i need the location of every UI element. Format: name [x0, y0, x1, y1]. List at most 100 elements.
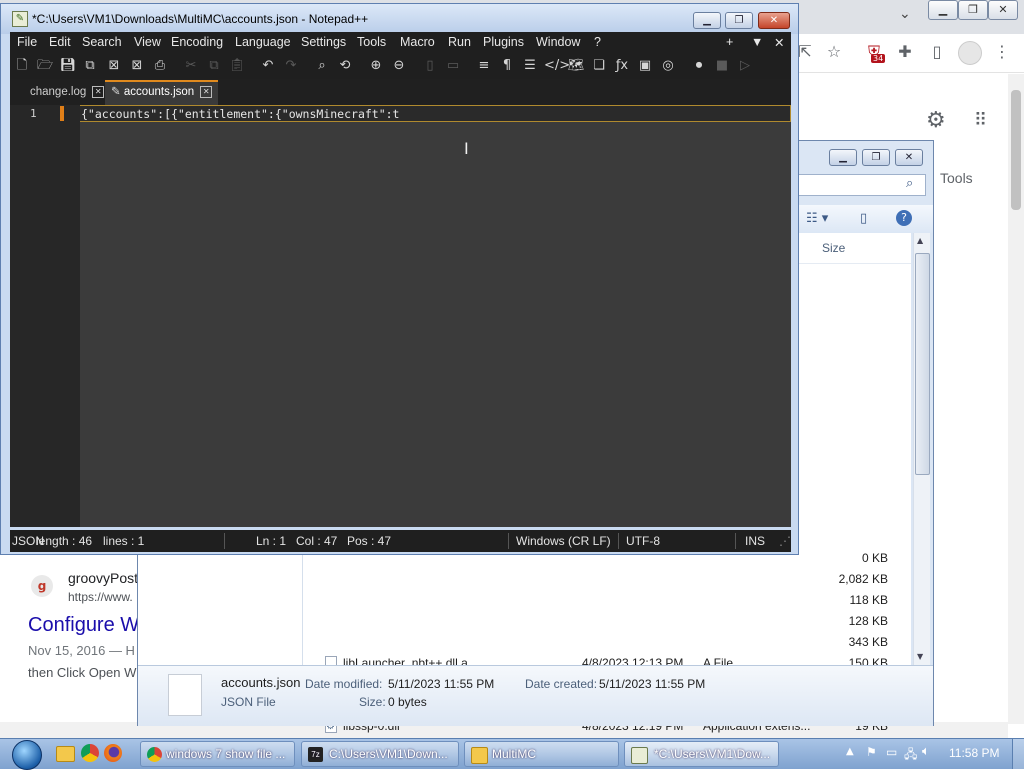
sync-horizontal-icon[interactable]: ▭: [444, 57, 462, 75]
paste-icon[interactable]: 📋︎: [228, 57, 246, 75]
tray-clock[interactable]: 11:58 PM: [949, 746, 999, 760]
table-row[interactable]: 128 KB: [303, 611, 893, 632]
close-file-icon[interactable]: ⊠: [105, 57, 123, 75]
menu-help[interactable]: ?: [594, 35, 601, 49]
new-file-icon[interactable]: 🗋: [13, 57, 31, 75]
taskbar-item-chrome[interactable]: windows 7 show file ...: [140, 741, 295, 767]
explorer-restore-button[interactable]: ❐: [862, 149, 890, 166]
menu-plugins[interactable]: Plugins: [483, 35, 524, 49]
npp-maximize-button[interactable]: ❐: [725, 12, 753, 29]
menu-tab-list-button[interactable]: ▼: [751, 35, 763, 49]
tab-accounts-json[interactable]: ✎ accounts.json ✕: [105, 80, 219, 105]
tab-change-log[interactable]: change.log ✕: [30, 82, 105, 103]
menu-search[interactable]: Search: [82, 35, 122, 49]
table-row[interactable]: 2,082 KB: [303, 569, 893, 590]
explorer-close-button[interactable]: ✕: [895, 149, 923, 166]
find-icon[interactable]: ⌕: [313, 57, 331, 75]
menu-language[interactable]: Language: [235, 35, 291, 49]
chrome-pin-icon[interactable]: [81, 744, 99, 762]
menu-settings[interactable]: Settings: [301, 35, 346, 49]
menu-close-doc-button[interactable]: ✕: [774, 35, 784, 50]
indent-guide-icon[interactable]: ☰: [521, 57, 539, 75]
tray-power-icon[interactable]: ▭: [886, 745, 897, 759]
extensions-puzzle-icon[interactable]: ✚: [895, 42, 915, 62]
zoom-out-icon[interactable]: ⊖: [390, 57, 408, 75]
chrome-tab-dropdown-icon[interactable]: ⌄: [899, 6, 911, 22]
print-icon[interactable]: ⎙: [151, 57, 169, 75]
npp-close-button[interactable]: ✕: [758, 12, 790, 29]
chrome-menu-icon[interactable]: ⋮: [992, 42, 1012, 62]
scroll-thumb[interactable]: [915, 253, 930, 475]
taskbar-item-notepadpp[interactable]: *C:\Users\VM1\Dow...: [624, 741, 779, 767]
menu-window[interactable]: Window: [536, 35, 580, 49]
doc-map-icon[interactable]: 🗺︎: [567, 57, 585, 75]
menu-new-tab-button[interactable]: +: [726, 35, 733, 49]
monitoring-icon[interactable]: ◎: [659, 57, 677, 75]
settings-gear-icon[interactable]: ⚙: [926, 108, 946, 133]
search-icon[interactable]: ⌕: [906, 176, 913, 191]
explorer-minimize-button[interactable]: ▁: [829, 149, 857, 166]
bookmark-star-icon[interactable]: ☆: [824, 42, 844, 62]
stop-macro-icon[interactable]: ■: [713, 57, 731, 75]
tab-close-icon[interactable]: ✕: [92, 85, 105, 98]
taskbar-item-multimc[interactable]: MultiMC: [464, 741, 619, 767]
show-desktop-button[interactable]: [1012, 739, 1024, 769]
word-wrap-icon[interactable]: ≡: [475, 57, 493, 75]
menu-encoding[interactable]: Encoding: [171, 35, 223, 49]
copy-icon[interactable]: ⧉: [205, 57, 223, 75]
function-list-icon[interactable]: ƒx: [613, 57, 631, 75]
tab-close-icon[interactable]: ✕: [200, 85, 213, 98]
close-all-icon[interactable]: ⊠: [128, 57, 146, 75]
tray-network-icon[interactable]: 🖧︎: [904, 745, 917, 766]
resize-grip-icon[interactable]: ⋰: [779, 534, 791, 548]
tray-action-center-icon[interactable]: ⚑: [866, 745, 877, 759]
folder-workspace-icon[interactable]: ▣: [636, 57, 654, 75]
table-row[interactable]: 343 KB: [303, 632, 893, 653]
apps-grid-icon[interactable]: ⠿: [974, 110, 987, 131]
cut-icon[interactable]: ✂: [182, 57, 200, 75]
open-file-icon[interactable]: 🗁: [36, 57, 54, 75]
tray-expand-icon[interactable]: ▲: [846, 746, 854, 757]
chrome-minimize-button[interactable]: ▁: [928, 0, 958, 20]
menu-file[interactable]: File: [17, 35, 37, 49]
result-title-link[interactable]: Configure W: [28, 614, 139, 637]
npp-editor[interactable]: 1 {"accounts":[{"entitlement":{"ownsMine…: [10, 105, 791, 527]
play-macro-icon[interactable]: ▷: [736, 57, 754, 75]
redo-icon[interactable]: ↷: [282, 57, 300, 75]
save-all-icon[interactable]: ⧉: [81, 57, 99, 75]
firefox-pin-icon[interactable]: [104, 744, 122, 762]
column-header-size[interactable]: Size: [822, 241, 845, 255]
profile-avatar[interactable]: [958, 41, 982, 65]
menu-edit[interactable]: Edit: [49, 35, 71, 49]
menu-view[interactable]: View: [134, 35, 161, 49]
zoom-in-icon[interactable]: ⊕: [367, 57, 385, 75]
replace-icon[interactable]: ⟲: [336, 57, 354, 75]
view-options-icon[interactable]: ☷ ▾: [806, 211, 828, 226]
menu-macro[interactable]: Macro: [400, 35, 435, 49]
explorer-pin-icon[interactable]: [56, 746, 75, 762]
sync-vertical-icon[interactable]: ▯: [421, 57, 439, 75]
menu-run[interactable]: Run: [448, 35, 471, 49]
udl-icon[interactable]: </>: [544, 57, 570, 75]
scroll-down-arrow-icon[interactable]: ▼: [917, 652, 923, 661]
doc-list-icon[interactable]: ❏: [590, 57, 608, 75]
page-scrollbar-thumb[interactable]: [1011, 90, 1021, 210]
save-icon[interactable]: 💾︎: [59, 57, 77, 75]
side-panel-icon[interactable]: ▯: [927, 42, 947, 62]
start-button[interactable]: [6, 739, 46, 770]
taskbar-item-cmd[interactable]: 7z C:\Users\VM1\Down...: [301, 741, 459, 767]
npp-minimize-button[interactable]: ▁: [693, 12, 721, 29]
preview-pane-icon[interactable]: ▯: [860, 211, 867, 226]
chrome-restore-button[interactable]: ❐: [958, 0, 988, 20]
help-icon[interactable]: ?: [896, 210, 912, 226]
tray-volume-icon[interactable]: 🔈︎: [922, 744, 930, 759]
menu-tools[interactable]: Tools: [357, 35, 386, 49]
undo-icon[interactable]: ↶: [259, 57, 277, 75]
chrome-close-button[interactable]: ✕: [988, 0, 1018, 20]
scroll-up-arrow-icon[interactable]: ▲: [917, 236, 923, 245]
tools-link[interactable]: Tools: [940, 170, 973, 186]
explorer-vscrollbar[interactable]: ▲ ▼: [913, 233, 930, 665]
show-all-chars-icon[interactable]: ¶: [498, 57, 516, 75]
record-macro-icon[interactable]: ⏺: [690, 57, 708, 75]
table-row[interactable]: 118 KB: [303, 590, 893, 611]
